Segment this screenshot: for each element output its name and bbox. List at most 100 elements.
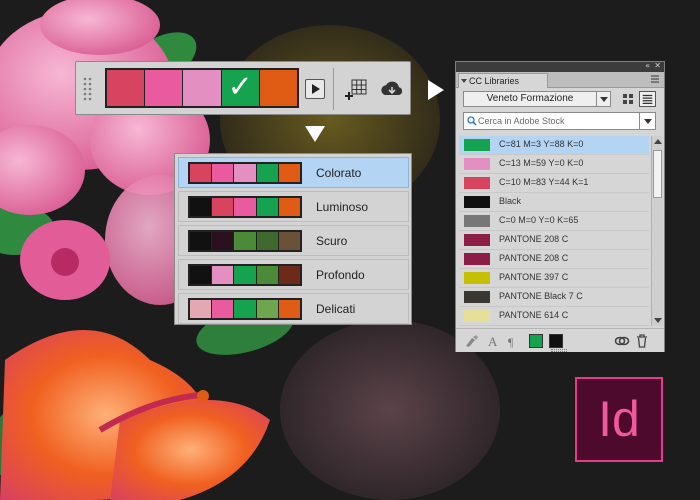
theme-option-profondo[interactable]: Profondo xyxy=(178,259,409,290)
color-swatch-label: C=81 M=3 Y=88 K=0 xyxy=(499,139,584,149)
color-theme-menu: Colorato Luminoso Scuro Profondo Delicati xyxy=(174,153,412,325)
add-grid-icon[interactable] xyxy=(344,76,370,102)
list-item[interactable]: PANTONE Black 7 C xyxy=(459,288,649,307)
collapse-icon[interactable]: « xyxy=(645,61,650,70)
black-swatch-icon[interactable] xyxy=(549,334,563,348)
character-style-icon[interactable]: A xyxy=(487,334,499,348)
svg-text:¶: ¶ xyxy=(508,335,514,348)
resize-handle[interactable] xyxy=(551,349,567,352)
cloud-icon[interactable] xyxy=(378,76,406,102)
theme-swatch xyxy=(212,232,235,250)
color-swatch-label: C=0 M=0 Y=0 K=65 xyxy=(499,215,579,225)
grip-icon[interactable] xyxy=(80,76,100,102)
arrow-down-icon xyxy=(305,126,325,142)
library-items-list: C=81 M=3 Y=88 K=0 C=13 M=59 Y=0 K=0 C=10 M… xyxy=(459,136,649,326)
theme-swatch xyxy=(256,266,279,284)
theme-swatch xyxy=(212,266,235,284)
color-swatch-label: PANTONE 614 C xyxy=(499,310,569,320)
theme-option-colorato[interactable]: Colorato xyxy=(178,157,409,188)
theme-swatch xyxy=(256,198,279,216)
theme-swatch-strip xyxy=(188,298,302,320)
checkmark-icon: ✓ xyxy=(227,69,253,105)
color-theme-toolbar: ✓ xyxy=(75,61,411,115)
paint-brush-icon[interactable] xyxy=(464,334,480,348)
list-item[interactable]: PANTONE 614 C xyxy=(459,307,649,326)
green-swatch-icon[interactable] xyxy=(529,334,543,348)
list-view-icon[interactable] xyxy=(639,91,656,107)
color-swatch xyxy=(464,310,490,322)
svg-text:A: A xyxy=(488,334,498,348)
color-swatch-label: PANTONE 208 C xyxy=(499,253,569,263)
list-scrollbar[interactable] xyxy=(651,136,663,326)
search-options-chevron-icon[interactable] xyxy=(639,113,655,129)
list-item[interactable]: C=0 M=0 Y=0 K=65 xyxy=(459,212,649,231)
close-icon[interactable]: ✕ xyxy=(654,61,661,70)
theme-swatch xyxy=(234,300,257,318)
play-button[interactable] xyxy=(305,79,325,99)
theme-swatch xyxy=(278,198,301,216)
theme-option-delicati[interactable]: Delicati xyxy=(178,293,409,324)
trash-icon[interactable] xyxy=(636,334,648,348)
theme-swatch xyxy=(190,266,213,284)
toolbar-swatch[interactable]: ✓ xyxy=(221,69,260,106)
theme-swatch xyxy=(256,232,279,250)
tab-cc-libraries[interactable]: CC Libraries xyxy=(458,73,548,88)
indesign-logo: Id xyxy=(575,377,663,462)
theme-swatch xyxy=(256,300,279,318)
theme-swatch-strip: ✓ xyxy=(105,68,299,108)
color-swatch xyxy=(464,158,490,170)
color-swatch xyxy=(464,234,490,246)
arrow-right-icon xyxy=(428,80,444,100)
list-item[interactable]: C=10 M=83 Y=44 K=1 xyxy=(459,174,649,193)
scroll-thumb[interactable] xyxy=(653,150,662,198)
toolbar-swatch[interactable] xyxy=(183,70,222,106)
search-icon xyxy=(467,116,477,126)
toolbar-swatch[interactable] xyxy=(145,70,184,106)
link-icon[interactable] xyxy=(614,334,630,348)
list-item[interactable]: C=13 M=59 Y=0 K=0 xyxy=(459,155,649,174)
theme-swatch xyxy=(212,164,235,182)
scroll-up-icon[interactable] xyxy=(654,139,662,144)
panel-footer: A ¶ xyxy=(456,328,664,352)
theme-swatch-strip xyxy=(188,162,302,184)
paragraph-style-icon[interactable]: ¶ xyxy=(507,334,517,348)
color-swatch xyxy=(464,253,490,265)
color-swatch-label: PANTONE 397 C xyxy=(499,272,569,282)
color-swatch xyxy=(464,196,490,208)
color-swatch xyxy=(464,272,490,284)
theme-swatch xyxy=(212,300,235,318)
toolbar-swatch[interactable] xyxy=(259,70,298,106)
library-select[interactable]: Veneto Formazione xyxy=(463,91,611,107)
panel-tab-bar: CC Libraries xyxy=(456,72,664,88)
theme-swatch xyxy=(190,164,213,182)
search-input[interactable] xyxy=(478,115,638,127)
list-item[interactable]: C=81 M=3 Y=88 K=0 xyxy=(459,136,649,155)
theme-swatch-strip xyxy=(188,230,302,252)
list-item[interactable]: Black xyxy=(459,193,649,212)
theme-swatch xyxy=(190,232,213,250)
theme-option-scuro[interactable]: Scuro xyxy=(178,225,409,256)
chevron-down-icon[interactable] xyxy=(596,92,610,106)
panel-menu-icon[interactable] xyxy=(651,75,659,83)
grid-view-icon[interactable] xyxy=(620,91,636,107)
theme-swatch xyxy=(190,198,213,216)
theme-option-label: Delicati xyxy=(316,302,356,316)
toolbar-swatch[interactable] xyxy=(107,70,146,106)
color-swatch-label: C=10 M=83 Y=44 K=1 xyxy=(499,177,589,187)
color-swatch xyxy=(464,291,490,303)
theme-option-label: Profondo xyxy=(316,268,365,282)
list-item[interactable]: PANTONE 208 C xyxy=(459,250,649,269)
theme-option-luminoso[interactable]: Luminoso xyxy=(178,191,409,222)
theme-swatch xyxy=(234,266,257,284)
scroll-down-icon[interactable] xyxy=(654,318,662,323)
cc-libraries-panel: « ✕ CC Libraries Veneto Formazione C=81 … xyxy=(455,61,665,352)
color-swatch-label: PANTONE Black 7 C xyxy=(499,291,583,301)
color-swatch xyxy=(464,139,490,151)
color-swatch-label: PANTONE 208 C xyxy=(499,234,569,244)
list-item[interactable]: PANTONE 397 C xyxy=(459,269,649,288)
theme-swatch xyxy=(256,164,279,182)
theme-option-label: Luminoso xyxy=(316,200,369,214)
list-item[interactable]: PANTONE 208 C xyxy=(459,231,649,250)
theme-swatch xyxy=(190,300,213,318)
library-select-value: Veneto Formazione xyxy=(486,93,574,104)
